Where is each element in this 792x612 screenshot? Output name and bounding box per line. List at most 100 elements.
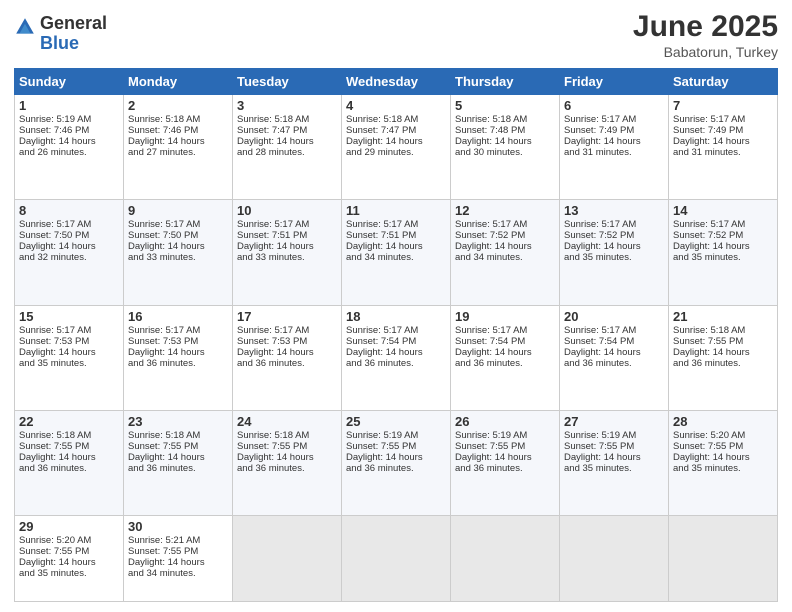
day-info: and 36 minutes. [237, 463, 337, 474]
calendar-cell: 23Sunrise: 5:18 AMSunset: 7:55 PMDayligh… [124, 410, 233, 515]
day-info: Daylight: 14 hours [346, 452, 446, 463]
calendar-cell: 7Sunrise: 5:17 AMSunset: 7:49 PMDaylight… [669, 95, 778, 200]
day-info: Daylight: 14 hours [564, 241, 664, 252]
day-info: and 33 minutes. [128, 252, 228, 263]
day-info: Sunset: 7:49 PM [564, 125, 664, 136]
day-number: 9 [128, 203, 228, 218]
day-info: Sunset: 7:53 PM [19, 336, 119, 347]
calendar-cell: 24Sunrise: 5:18 AMSunset: 7:55 PMDayligh… [233, 410, 342, 515]
day-info: Daylight: 14 hours [564, 347, 664, 358]
calendar-cell: 15Sunrise: 5:17 AMSunset: 7:53 PMDayligh… [15, 305, 124, 410]
day-info: Sunrise: 5:18 AM [237, 430, 337, 441]
day-info: Sunset: 7:54 PM [564, 336, 664, 347]
calendar-cell: 9Sunrise: 5:17 AMSunset: 7:50 PMDaylight… [124, 200, 233, 305]
day-info: Sunset: 7:46 PM [128, 125, 228, 136]
day-info: Sunset: 7:53 PM [128, 336, 228, 347]
col-tuesday: Tuesday [233, 69, 342, 95]
day-info: and 36 minutes. [128, 358, 228, 369]
day-info: and 34 minutes. [128, 568, 228, 579]
day-info: Sunset: 7:55 PM [237, 441, 337, 452]
day-info: Daylight: 14 hours [673, 241, 773, 252]
day-info: Sunset: 7:47 PM [237, 125, 337, 136]
calendar-cell: 14Sunrise: 5:17 AMSunset: 7:52 PMDayligh… [669, 200, 778, 305]
day-info: Sunset: 7:49 PM [673, 125, 773, 136]
day-info: and 35 minutes. [19, 568, 119, 579]
day-info: Daylight: 14 hours [128, 136, 228, 147]
col-saturday: Saturday [669, 69, 778, 95]
day-number: 13 [564, 203, 664, 218]
day-info: Sunset: 7:55 PM [455, 441, 555, 452]
calendar-cell: 10Sunrise: 5:17 AMSunset: 7:51 PMDayligh… [233, 200, 342, 305]
calendar-header: Sunday Monday Tuesday Wednesday Thursday… [15, 69, 778, 95]
day-info: and 35 minutes. [19, 358, 119, 369]
day-info: and 29 minutes. [346, 147, 446, 158]
day-info: Sunrise: 5:17 AM [673, 219, 773, 230]
day-info: Sunset: 7:52 PM [673, 230, 773, 241]
day-info: and 35 minutes. [673, 463, 773, 474]
day-number: 16 [128, 309, 228, 324]
day-info: Sunset: 7:54 PM [455, 336, 555, 347]
day-info: Sunset: 7:48 PM [455, 125, 555, 136]
day-info: Daylight: 14 hours [19, 136, 119, 147]
day-number: 2 [128, 98, 228, 113]
day-info: and 32 minutes. [19, 252, 119, 263]
day-info: and 33 minutes. [237, 252, 337, 263]
day-info: Sunrise: 5:20 AM [673, 430, 773, 441]
title-block: June 2025 Babatorun, Turkey [633, 10, 778, 60]
calendar-week-4: 22Sunrise: 5:18 AMSunset: 7:55 PMDayligh… [15, 410, 778, 515]
day-number: 7 [673, 98, 773, 113]
day-info: Sunrise: 5:18 AM [237, 114, 337, 125]
day-info: Daylight: 14 hours [19, 241, 119, 252]
day-number: 30 [128, 519, 228, 534]
day-info: Daylight: 14 hours [237, 452, 337, 463]
day-info: Sunset: 7:55 PM [19, 546, 119, 557]
day-number: 10 [237, 203, 337, 218]
day-info: Sunset: 7:46 PM [19, 125, 119, 136]
day-number: 18 [346, 309, 446, 324]
day-info: Daylight: 14 hours [346, 347, 446, 358]
day-info: Sunrise: 5:19 AM [346, 430, 446, 441]
day-info: and 36 minutes. [564, 358, 664, 369]
col-sunday: Sunday [15, 69, 124, 95]
calendar-cell: 16Sunrise: 5:17 AMSunset: 7:53 PMDayligh… [124, 305, 233, 410]
calendar-cell: 30Sunrise: 5:21 AMSunset: 7:55 PMDayligh… [124, 516, 233, 602]
logo-icon [14, 16, 36, 38]
day-number: 6 [564, 98, 664, 113]
logo-text: General Blue [40, 14, 107, 54]
calendar-cell [669, 516, 778, 602]
day-info: Sunset: 7:55 PM [128, 546, 228, 557]
day-info: Sunset: 7:55 PM [19, 441, 119, 452]
day-number: 23 [128, 414, 228, 429]
col-thursday: Thursday [451, 69, 560, 95]
day-info: Sunrise: 5:17 AM [237, 219, 337, 230]
day-number: 5 [455, 98, 555, 113]
day-info: Sunrise: 5:18 AM [19, 430, 119, 441]
day-info: Daylight: 14 hours [673, 347, 773, 358]
calendar-table: Sunday Monday Tuesday Wednesday Thursday… [14, 68, 778, 602]
day-number: 26 [455, 414, 555, 429]
day-info: and 35 minutes. [673, 252, 773, 263]
day-info: Sunrise: 5:19 AM [564, 430, 664, 441]
day-number: 8 [19, 203, 119, 218]
day-number: 28 [673, 414, 773, 429]
day-info: Sunrise: 5:17 AM [564, 325, 664, 336]
day-number: 20 [564, 309, 664, 324]
col-monday: Monday [124, 69, 233, 95]
calendar-cell: 27Sunrise: 5:19 AMSunset: 7:55 PMDayligh… [560, 410, 669, 515]
calendar-cell: 19Sunrise: 5:17 AMSunset: 7:54 PMDayligh… [451, 305, 560, 410]
day-info: Daylight: 14 hours [237, 241, 337, 252]
day-info: Sunrise: 5:17 AM [346, 219, 446, 230]
day-info: and 27 minutes. [128, 147, 228, 158]
day-info: Daylight: 14 hours [19, 347, 119, 358]
day-number: 29 [19, 519, 119, 534]
day-number: 12 [455, 203, 555, 218]
calendar-week-2: 8Sunrise: 5:17 AMSunset: 7:50 PMDaylight… [15, 200, 778, 305]
day-info: Sunset: 7:52 PM [455, 230, 555, 241]
day-info: Sunset: 7:50 PM [19, 230, 119, 241]
col-wednesday: Wednesday [342, 69, 451, 95]
day-info: Daylight: 14 hours [455, 241, 555, 252]
calendar-cell: 8Sunrise: 5:17 AMSunset: 7:50 PMDaylight… [15, 200, 124, 305]
day-number: 11 [346, 203, 446, 218]
day-info: Sunset: 7:55 PM [673, 441, 773, 452]
calendar-cell: 29Sunrise: 5:20 AMSunset: 7:55 PMDayligh… [15, 516, 124, 602]
